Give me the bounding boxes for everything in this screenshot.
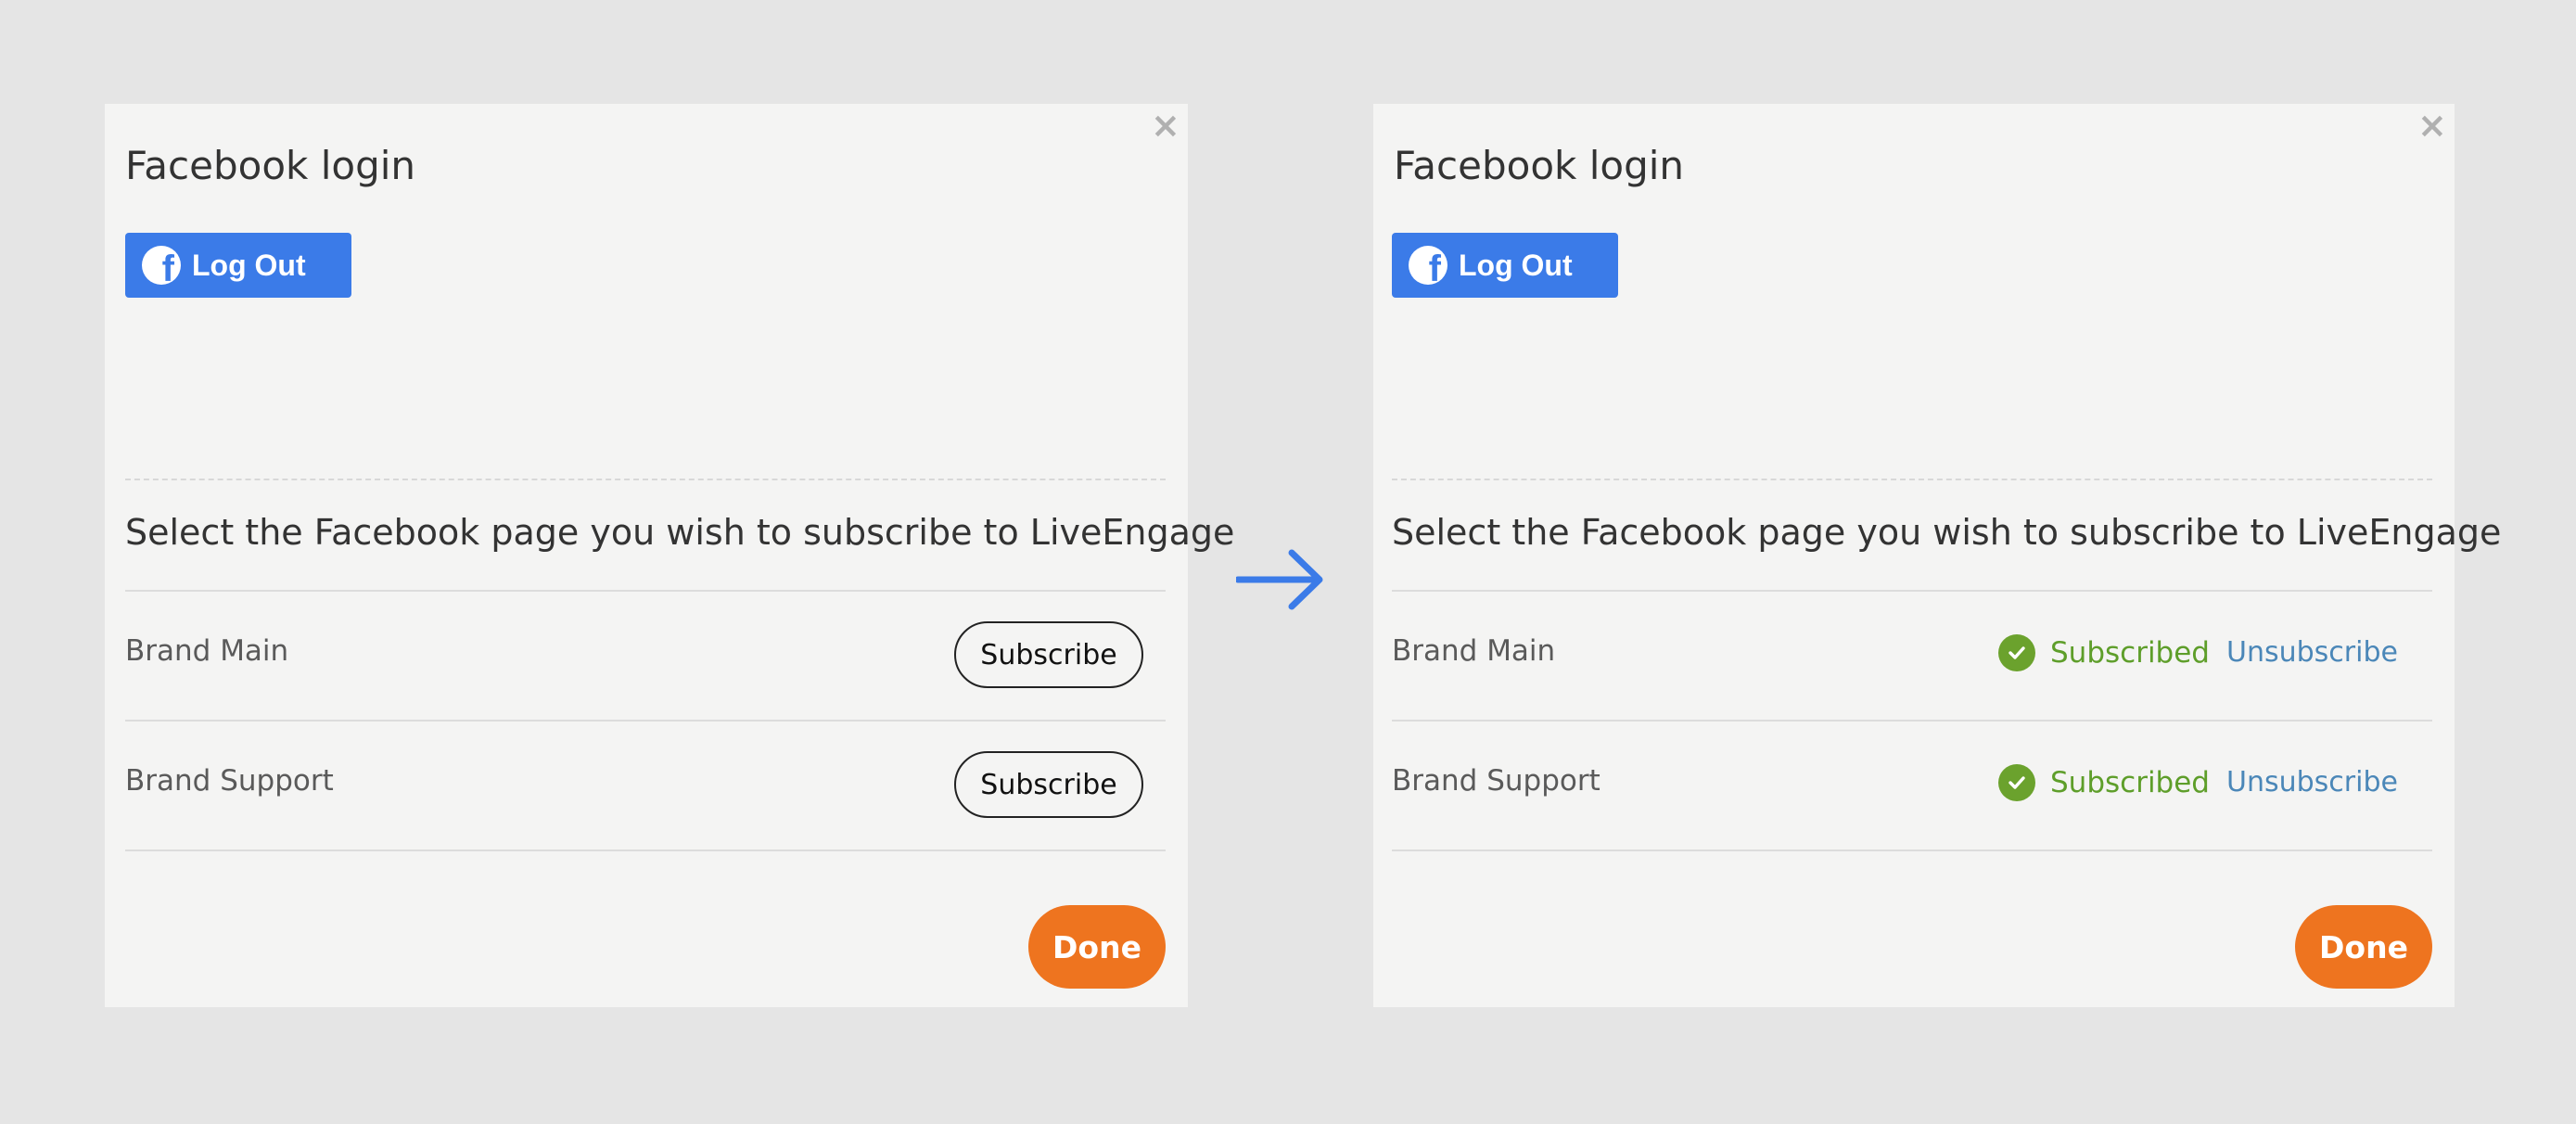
row-divider <box>1392 849 2432 851</box>
subscribe-button-brand-support[interactable]: Subscribe <box>954 751 1143 818</box>
facebook-login-dialog-before: × Facebook login f Log Out Select the Fa… <box>105 104 1234 1007</box>
row-divider <box>125 720 1166 722</box>
section-divider <box>125 479 1166 480</box>
page-select-heading: Select the Facebook page you wish to sub… <box>1392 512 2502 553</box>
arrow-right-icon <box>1236 549 1323 610</box>
facebook-icon: f <box>1409 246 1447 285</box>
subscribe-button-brand-main[interactable]: Subscribe <box>954 621 1143 688</box>
facebook-icon: f <box>142 246 181 285</box>
unsubscribe-link-brand-main[interactable]: Unsubscribe <box>2226 636 2398 669</box>
subscribed-label: Subscribed <box>2050 766 2210 799</box>
close-icon[interactable]: × <box>1151 108 1180 143</box>
page-name-brand-support: Brand Support <box>125 764 334 798</box>
subscribed-status-brand-main: Subscribed <box>1998 634 2210 671</box>
page-name-brand-main: Brand Main <box>125 634 289 668</box>
section-divider <box>1392 479 2432 480</box>
logout-button-label: Log Out <box>192 248 306 282</box>
subscribed-label: Subscribed <box>2050 636 2210 670</box>
dialog-title: Facebook login <box>125 143 416 188</box>
done-button[interactable]: Done <box>2295 905 2432 989</box>
row-divider <box>125 849 1166 851</box>
facebook-login-dialog-after: × Facebook login f Log Out Select the Fa… <box>1373 104 2501 1007</box>
page-name-brand-main: Brand Main <box>1392 634 1556 668</box>
dialog-title: Facebook login <box>1394 143 1685 188</box>
page-select-heading: Select the Facebook page you wish to sub… <box>125 512 1235 553</box>
row-divider <box>1392 720 2432 722</box>
check-circle-icon <box>1998 764 2035 801</box>
done-button[interactable]: Done <box>1028 905 1166 989</box>
page-name-brand-support: Brand Support <box>1392 764 1600 798</box>
logout-button[interactable]: f Log Out <box>125 233 351 298</box>
row-divider <box>1392 590 2432 592</box>
logout-button[interactable]: f Log Out <box>1392 233 1618 298</box>
check-circle-icon <box>1998 634 2035 671</box>
row-divider <box>125 590 1166 592</box>
logout-button-label: Log Out <box>1459 248 1573 282</box>
close-icon[interactable]: × <box>2417 108 2447 143</box>
unsubscribe-link-brand-support[interactable]: Unsubscribe <box>2226 766 2398 798</box>
subscribed-status-brand-support: Subscribed <box>1998 764 2210 801</box>
